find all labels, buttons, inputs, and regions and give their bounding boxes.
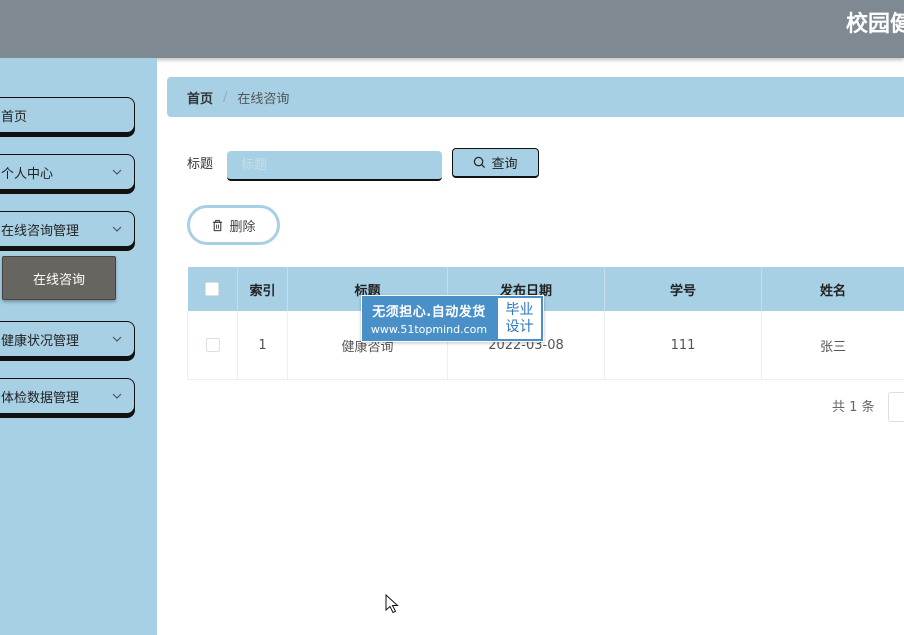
cell-name: 张三 — [761, 311, 904, 380]
title-search-input[interactable] — [227, 151, 442, 181]
row-checkbox[interactable] — [205, 338, 220, 352]
chevron-down-icon — [112, 169, 122, 175]
sidebar-item-home[interactable]: 首页 — [0, 97, 135, 133]
row-select-cell — [187, 311, 238, 380]
search-label: 标题 — [187, 157, 214, 172]
table-row: 1 健康咨询 2022-03-08 111 张三 — [187, 311, 904, 380]
consultation-table: 索引 标题 发布日期 学号 姓名 1 健康咨询 2022-03-08 111 张… — [187, 267, 904, 380]
top-header: 校园健 — [0, 0, 904, 58]
pagination-total: 共 1 条 — [832, 400, 875, 415]
watermark-line2: www.51topmind.com — [370, 323, 488, 336]
chevron-down-icon — [112, 336, 122, 342]
sidebar-item-label: 体检数据管理 — [1, 390, 80, 406]
submenu-item-label: 在线咨询 — [32, 272, 85, 288]
search-icon — [474, 156, 486, 169]
watermark-tag-line1: 毕业 — [505, 301, 534, 318]
column-header-index: 索引 — [237, 267, 288, 311]
watermark-line1: 无须担心.自动发货 — [372, 305, 486, 320]
sidebar-item-label: 在线咨询管理 — [1, 223, 80, 239]
breadcrumb-current: 在线咨询 — [237, 91, 290, 107]
sidebar-item-label: 健康状况管理 — [1, 333, 80, 349]
sidebar-item-label: 个人中心 — [1, 166, 54, 182]
app-title: 校园健 — [846, 12, 904, 37]
query-button-label: 查询 — [491, 157, 518, 172]
watermark-text: 无须担心.自动发货 www.51topmind.com — [362, 296, 496, 341]
sidebar-item-consultation-management[interactable]: 在线咨询管理 — [0, 211, 135, 247]
cell-student-id: 111 — [604, 311, 762, 380]
delete-button-label: 删除 — [229, 219, 256, 235]
breadcrumb: 首页 / 在线咨询 — [167, 77, 904, 117]
submenu-item-online-consultation[interactable]: 在线咨询 — [2, 256, 116, 300]
sidebar-item-label: 首页 — [1, 109, 28, 125]
breadcrumb-separator: / — [223, 89, 228, 105]
query-button[interactable]: 查询 — [452, 148, 539, 178]
column-header-student-id: 学号 — [604, 267, 762, 311]
delete-button[interactable]: 删除 — [187, 205, 280, 245]
watermark-badge: 无须担心.自动发货 www.51topmind.com 毕业 设计 — [361, 295, 544, 342]
watermark-tag: 毕业 设计 — [498, 298, 541, 339]
select-all-cell — [187, 267, 238, 311]
trash-icon — [213, 219, 223, 231]
sidebar-item-physical-exam-data[interactable]: 体检数据管理 — [0, 378, 135, 414]
select-all-checkbox[interactable] — [205, 282, 220, 296]
sidebar-item-health-status[interactable]: 健康状况管理 — [0, 321, 135, 357]
sidebar-item-personal-center[interactable]: 个人中心 — [0, 154, 135, 190]
table-header-row: 索引 标题 发布日期 学号 姓名 — [187, 267, 904, 311]
chevron-down-icon — [112, 393, 122, 399]
watermark-tag-line2: 设计 — [505, 318, 534, 335]
mouse-cursor-icon — [385, 594, 399, 614]
chevron-down-icon — [112, 226, 122, 232]
breadcrumb-home[interactable]: 首页 — [187, 88, 213, 107]
column-header-name: 姓名 — [761, 267, 904, 311]
page-size-select[interactable] — [888, 392, 904, 422]
cell-index: 1 — [237, 311, 288, 380]
